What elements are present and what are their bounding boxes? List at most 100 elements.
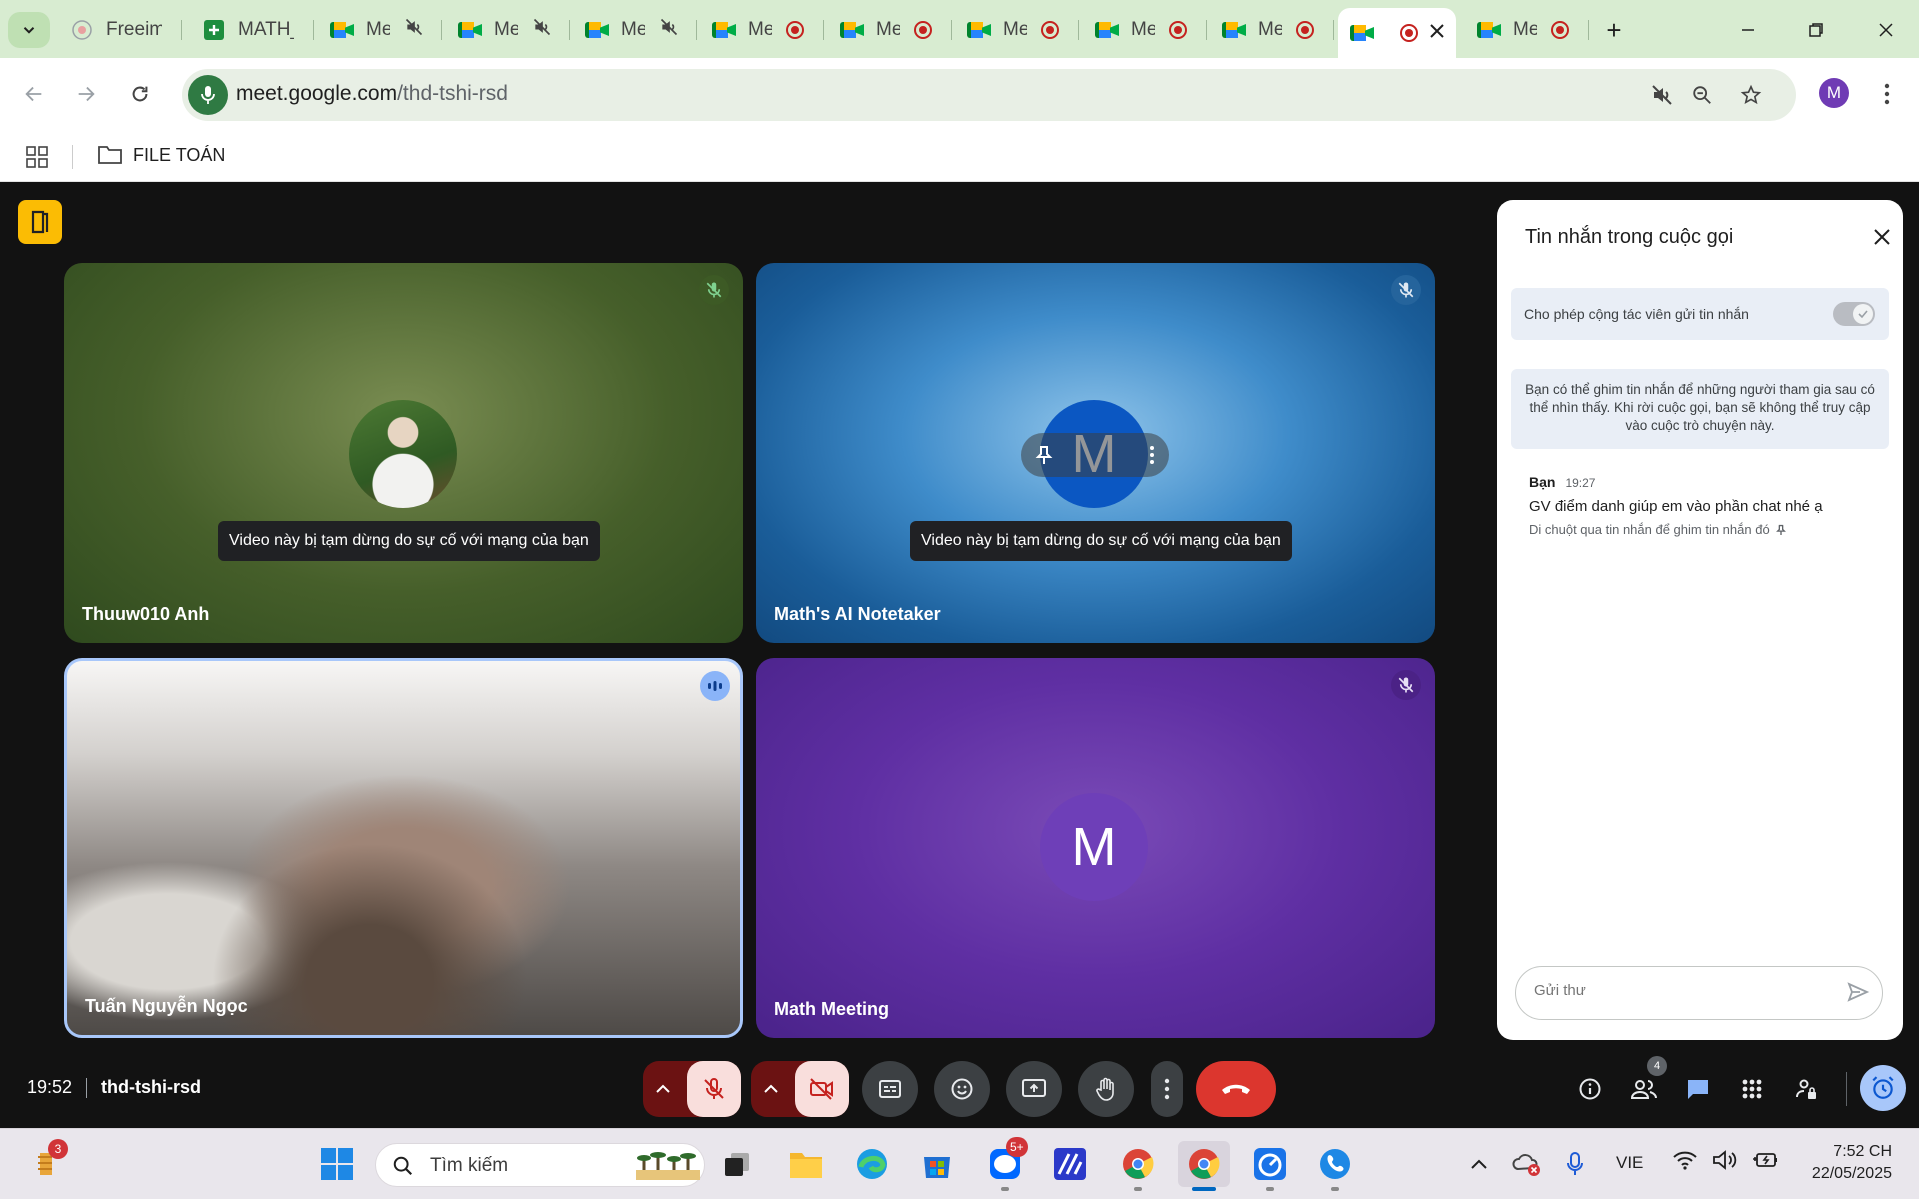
folder-icon bbox=[790, 1153, 822, 1178]
present-screen-button[interactable] bbox=[1006, 1061, 1062, 1117]
people-count-badge: 4 bbox=[1647, 1056, 1667, 1076]
site-info-button[interactable] bbox=[188, 75, 228, 115]
widgets-button[interactable]: 3 bbox=[26, 1139, 72, 1187]
close-tab-icon[interactable] bbox=[1430, 22, 1444, 44]
show-hidden-icons-button[interactable] bbox=[1456, 1141, 1502, 1187]
bookmark-star-button[interactable] bbox=[1737, 81, 1765, 109]
restore-button[interactable] bbox=[1788, 10, 1844, 50]
browser-tab[interactable]: Me bbox=[318, 10, 442, 50]
browser-menu-button[interactable] bbox=[1867, 74, 1907, 114]
pin-icon[interactable] bbox=[1035, 445, 1053, 465]
toggle-camera-button[interactable] bbox=[795, 1061, 849, 1117]
people-button[interactable]: 4 bbox=[1621, 1056, 1667, 1112]
captions-button[interactable] bbox=[862, 1061, 918, 1117]
browser-tab[interactable]: Me bbox=[1083, 10, 1207, 50]
browser-tab[interactable]: Me bbox=[955, 10, 1079, 50]
participant-name: Tuấn Nguyễn Ngọc bbox=[85, 996, 248, 1016]
meeting-details-button[interactable] bbox=[1567, 1066, 1613, 1112]
allow-messages-toggle[interactable] bbox=[1833, 302, 1875, 326]
tab-title: Me bbox=[1003, 19, 1027, 40]
network-pause-message: Video này bị tạm dừng do sự cố với mạng … bbox=[910, 521, 1292, 561]
forward-button[interactable] bbox=[66, 74, 106, 114]
address-bar[interactable]: meet.google.com/thd-tshi-rsd bbox=[182, 69, 1796, 121]
tab-search-button[interactable] bbox=[8, 12, 50, 48]
browser-tab[interactable]: Me bbox=[1465, 10, 1589, 50]
participant-tile-3[interactable]: Tuấn Nguyễn Ngọc bbox=[64, 658, 743, 1038]
zalo-button[interactable]: 5+ bbox=[982, 1137, 1028, 1191]
participant-tile-1[interactable]: Video này bị tạm dừng do sự cố với mạng … bbox=[64, 263, 743, 643]
new-tab-button[interactable]: + bbox=[1598, 14, 1630, 46]
meet-icon bbox=[330, 18, 354, 42]
browser-tab[interactable]: Me bbox=[446, 10, 570, 50]
cloud-error-icon bbox=[1512, 1154, 1540, 1176]
microphone-tray-button[interactable] bbox=[1552, 1141, 1598, 1187]
lock-person-icon bbox=[1796, 1079, 1816, 1099]
recording-indicator-icon bbox=[786, 21, 804, 39]
toggle-mic-button[interactable] bbox=[687, 1061, 741, 1117]
minimize-button[interactable] bbox=[1720, 10, 1776, 50]
input-language[interactable]: VIE bbox=[1616, 1153, 1643, 1173]
meet-icon bbox=[967, 18, 991, 42]
file-explorer-button[interactable] bbox=[783, 1141, 829, 1187]
allow-messages-label: Cho phép cộng tác viên gửi tin nhắn bbox=[1524, 306, 1749, 322]
audio-options-button[interactable] bbox=[649, 1075, 677, 1103]
message-text[interactable]: GV điểm danh giúp em vào phần chat nhé ạ bbox=[1529, 498, 1823, 515]
task-view-button[interactable] bbox=[714, 1141, 760, 1187]
activities-grid-icon bbox=[1742, 1079, 1762, 1099]
zoom-button[interactable] bbox=[1688, 81, 1716, 109]
taskbar-search-placeholder: Tìm kiếm bbox=[430, 1155, 509, 1176]
host-controls-button[interactable] bbox=[1783, 1066, 1829, 1112]
check-icon bbox=[1858, 310, 1868, 319]
close-chat-button[interactable] bbox=[1865, 220, 1899, 254]
participant-tile-2[interactable]: M Video này bị tạm dừng do sự cố với mạn… bbox=[756, 263, 1435, 643]
reload-button[interactable] bbox=[120, 74, 160, 114]
app-button[interactable] bbox=[1047, 1141, 1093, 1187]
edge-button[interactable] bbox=[849, 1141, 895, 1187]
more-vert-icon[interactable] bbox=[1149, 445, 1155, 465]
back-button[interactable] bbox=[14, 74, 54, 114]
wifi-icon bbox=[1673, 1151, 1697, 1170]
windows-logo-icon bbox=[321, 1148, 353, 1180]
microphone-icon bbox=[201, 86, 215, 104]
taskbar-search[interactable]: Tìm kiếm bbox=[375, 1143, 705, 1187]
bookmark-folder-file-toan[interactable]: FILE TOÁN bbox=[97, 144, 225, 166]
tab-muted-indicator[interactable] bbox=[1648, 81, 1676, 109]
browser-tab[interactable] bbox=[1338, 8, 1456, 58]
close-window-button[interactable] bbox=[1858, 10, 1914, 50]
chat-message-input[interactable] bbox=[1534, 982, 1834, 999]
browser-tab[interactable]: Me bbox=[573, 10, 697, 50]
system-tray-status[interactable] bbox=[1672, 1149, 1778, 1171]
store-button[interactable] bbox=[914, 1141, 960, 1187]
companion-mode-button[interactable] bbox=[18, 200, 62, 244]
leave-call-button[interactable] bbox=[1196, 1061, 1276, 1117]
browser-tab[interactable]: Me bbox=[700, 10, 824, 50]
browser-tab[interactable]: Me bbox=[828, 10, 952, 50]
app-speed-button[interactable] bbox=[1247, 1141, 1293, 1191]
timer-button[interactable] bbox=[1860, 1065, 1906, 1111]
chevron-up-icon bbox=[656, 1084, 670, 1093]
video-options-button[interactable] bbox=[757, 1075, 785, 1103]
participant-tile-4[interactable]: M Math Meeting bbox=[756, 658, 1435, 1038]
chat-button[interactable] bbox=[1675, 1066, 1721, 1112]
start-button[interactable] bbox=[314, 1141, 360, 1187]
browser-tab[interactable]: Me bbox=[1210, 10, 1334, 50]
reactions-button[interactable] bbox=[934, 1061, 990, 1117]
meet-icon bbox=[1477, 18, 1501, 42]
browser-tab[interactable]: MATH_ bbox=[190, 10, 314, 50]
apps-button[interactable] bbox=[26, 146, 48, 173]
raise-hand-button[interactable] bbox=[1078, 1061, 1134, 1117]
chrome-profile-m-button[interactable] bbox=[1178, 1141, 1230, 1191]
onedrive-status-button[interactable] bbox=[1504, 1141, 1550, 1187]
taskbar-clock[interactable]: 7:52 CH 22/05/2025 bbox=[1782, 1141, 1892, 1185]
browser-tab[interactable]: Freeima bbox=[58, 10, 182, 50]
speaker-muted-icon bbox=[532, 17, 552, 43]
send-button[interactable] bbox=[1846, 980, 1870, 1009]
phone-app-button[interactable] bbox=[1312, 1141, 1358, 1191]
speaking-indicator bbox=[700, 671, 730, 701]
activities-button[interactable] bbox=[1729, 1066, 1775, 1112]
tab-title: Me bbox=[621, 19, 645, 40]
meeting-time: 19:52 bbox=[27, 1077, 73, 1097]
profile-avatar[interactable]: M bbox=[1819, 78, 1849, 108]
chrome-profile-b-button[interactable] bbox=[1115, 1141, 1161, 1191]
more-options-button[interactable] bbox=[1151, 1061, 1183, 1117]
